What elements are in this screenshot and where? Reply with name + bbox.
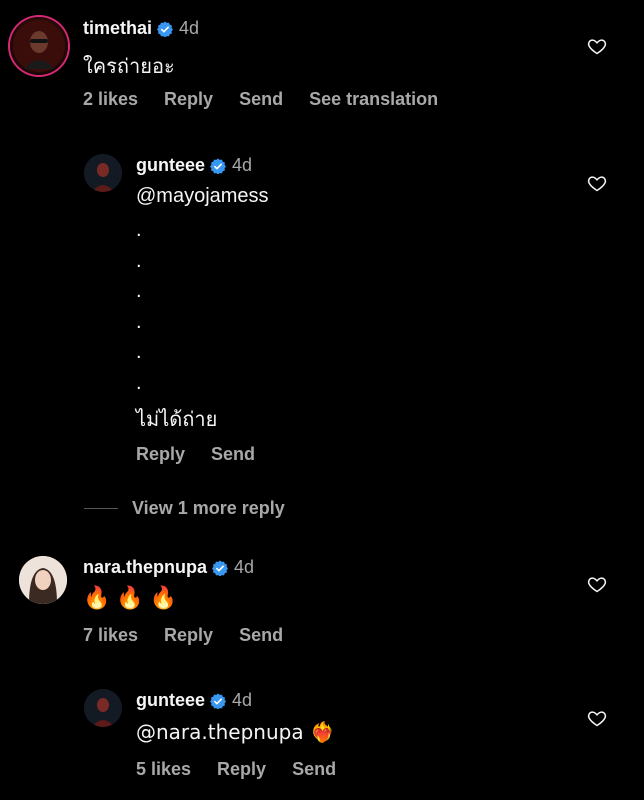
send-button[interactable]: Send [292,759,336,780]
timestamp: 4d [232,155,253,175]
dot-line: . [136,310,142,333]
username[interactable]: gunteee [136,155,205,176]
dots-block: . . . . . . [136,215,142,398]
see-translation-button[interactable]: See translation [309,89,438,110]
send-button[interactable]: Send [239,89,283,110]
reply-button[interactable]: Reply [164,89,213,110]
comment-text: ไม่ได้ถ่าย [136,409,218,431]
send-button[interactable]: Send [239,625,283,646]
avatar-gunteee-image [84,154,122,192]
timestamp: 4d [234,557,255,577]
heart-outline-icon[interactable] [587,574,607,594]
view-more-replies[interactable]: View 1 more reply [84,498,285,519]
avatar-nara-thepnupa[interactable] [19,556,67,604]
verified-badge-icon [210,158,227,174]
mention-link[interactable]: @mayojamess [136,185,269,208]
avatar-timethai[interactable] [10,17,68,75]
dot-line: . [136,280,142,302]
avatar-gunteee[interactable] [84,154,122,192]
dot-line: . [136,371,142,394]
username[interactable]: timethai [83,18,152,39]
heart-outline-icon[interactable] [587,173,607,193]
likes-count[interactable]: 7 likes [83,625,138,646]
likes-count[interactable]: 5 likes [136,759,191,780]
timestamp: 4d [232,690,253,710]
send-button[interactable]: Send [211,444,255,465]
timestamp: 4d [179,18,200,38]
dot-line: . [136,219,142,241]
username[interactable]: nara.thepnupa [83,557,207,578]
comment-text: 🔥🔥🔥 [83,586,184,611]
reply-button[interactable]: Reply [164,625,213,646]
reply-button[interactable]: Reply [217,759,266,780]
avatar-gunteee[interactable] [84,689,122,727]
dot-line: . [136,249,142,272]
comment-text: @nara.thepnupa ❤️‍🔥 [136,720,335,744]
reply-button[interactable]: Reply [136,444,185,465]
username[interactable]: gunteee [136,690,205,711]
avatar-timethai-image [13,20,65,72]
divider-line [84,508,118,509]
comment-text: ใครถ่ายอะ [83,56,175,78]
verified-badge-icon [212,560,229,576]
heart-outline-icon[interactable] [587,708,607,728]
likes-count[interactable]: 2 likes [83,89,138,110]
avatar-gunteee-image [84,689,122,727]
avatar-nara-thepnupa-image [19,556,67,604]
verified-badge-icon [157,21,174,37]
verified-badge-icon [210,693,227,709]
heart-outline-icon[interactable] [587,36,607,56]
view-more-replies-label[interactable]: View 1 more reply [132,498,285,519]
dot-line: . [136,341,142,363]
